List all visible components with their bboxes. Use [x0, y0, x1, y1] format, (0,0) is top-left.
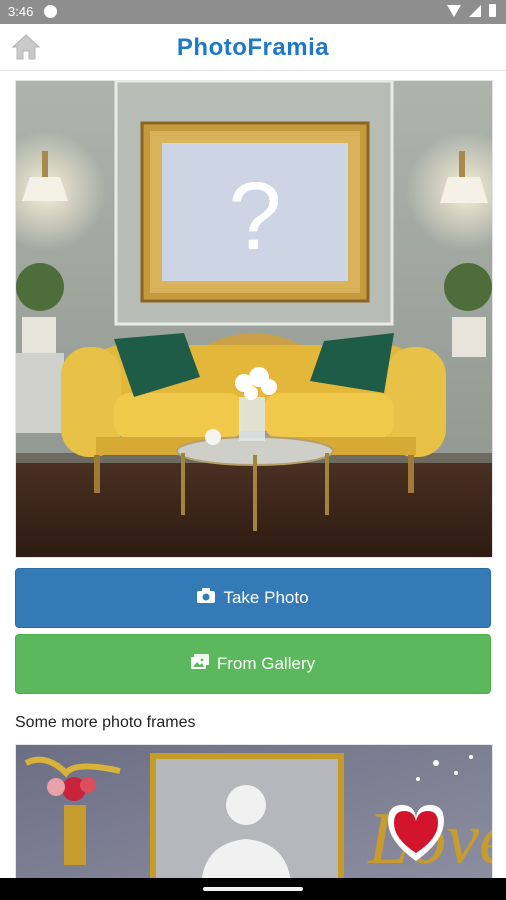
notification-icon — [44, 5, 57, 18]
battery-icon — [489, 4, 496, 17]
wifi-icon — [447, 4, 461, 17]
more-frame-item[interactable]: Love — [15, 744, 493, 886]
from-gallery-label: From Gallery — [216, 654, 316, 673]
frame-preview[interactable]: ? — [15, 80, 493, 558]
navigation-bar — [0, 878, 506, 900]
app-logo: PhotoFramia — [176, 34, 330, 61]
status-icons — [447, 4, 496, 17]
from-gallery-button[interactable]: From Gallery — [15, 634, 491, 694]
status-bar: 3:46 — [0, 0, 506, 24]
status-time: 3:46 — [8, 4, 34, 19]
app-header: PhotoFramia — [0, 24, 506, 71]
camera-icon — [197, 588, 216, 608]
love-frame-thumbnail: Love — [16, 745, 492, 885]
images-icon — [190, 654, 209, 674]
take-photo-label: Take Photo — [223, 588, 309, 607]
more-frames-title: Some more photo frames — [15, 714, 196, 731]
photo-placeholder-icon: ? — [228, 163, 281, 270]
frame-scene: ? — [16, 81, 492, 557]
wall-frame: ? — [140, 121, 370, 303]
signal-icon — [469, 4, 481, 17]
home-gesture-handle[interactable] — [203, 887, 303, 891]
take-photo-button[interactable]: Take Photo — [15, 568, 491, 628]
